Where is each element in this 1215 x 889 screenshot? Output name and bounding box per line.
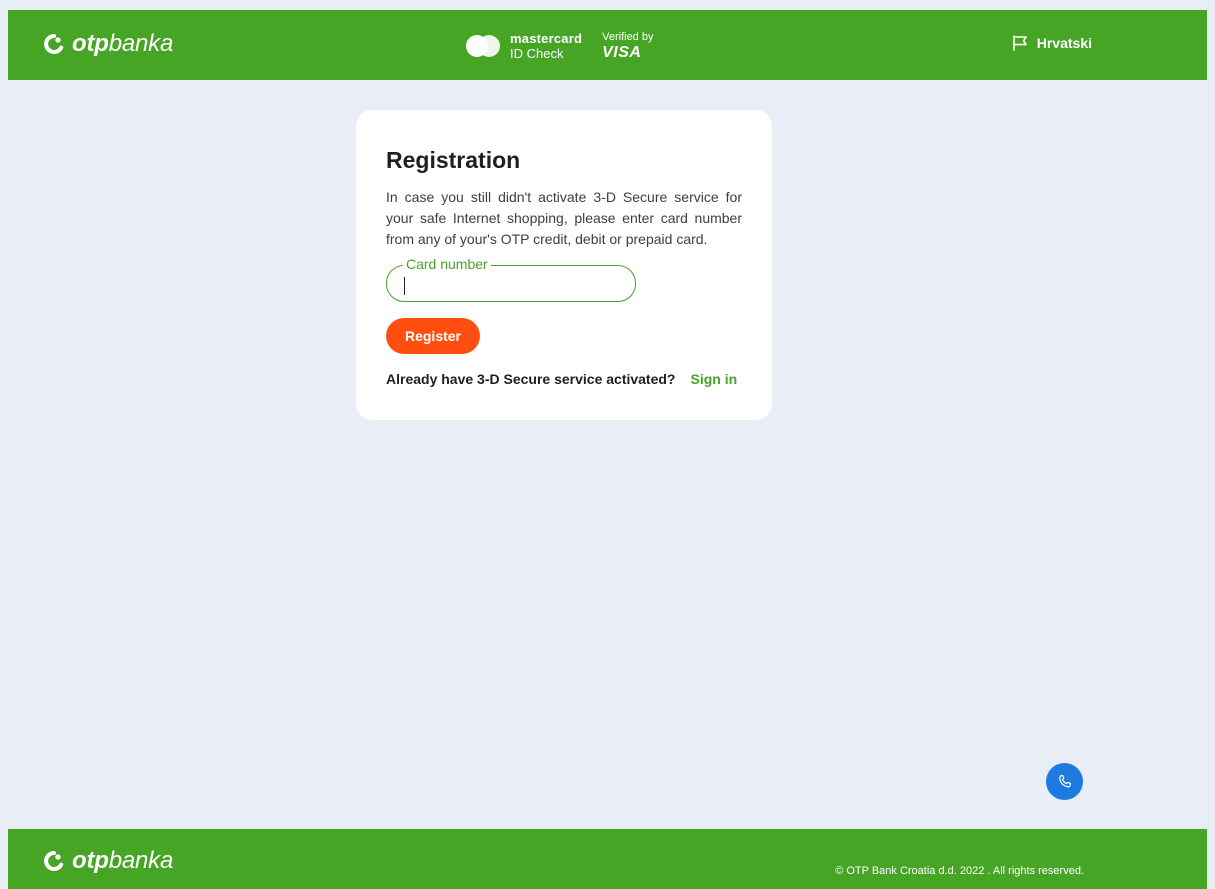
footer-logo-banka-text: banka <box>108 847 174 874</box>
otp-logo-icon <box>44 34 64 54</box>
registration-title: Registration <box>386 147 521 173</box>
mastercard-id-check-logo: mastercard ID Check <box>466 32 582 60</box>
header-bar: otpbanka mastercard ID Check Verified by… <box>8 10 1207 80</box>
sign-in-link[interactable]: Sign in <box>691 371 738 387</box>
footer-logo-otp-text: otp <box>72 847 109 874</box>
visa-text: VISA <box>602 43 642 61</box>
otp-banka-logo: otpbanka <box>42 32 173 56</box>
mastercard-circles-icon <box>466 35 500 57</box>
registration-description: In case you still didn't activate 3-D Se… <box>386 189 742 247</box>
phone-icon <box>1058 774 1071 787</box>
language-switch[interactable]: Hrvatski <box>1011 34 1092 52</box>
call-button[interactable] <box>1046 763 1083 800</box>
footer-logo-text: otpbanka <box>72 849 173 873</box>
footer-bar: otpbanka © OTP Bank Croatia d.d. 2022 . … <box>8 829 1207 889</box>
already-activated-text: Already have 3-D Secure service activate… <box>386 371 676 387</box>
verified-by-text: Verified by <box>602 30 654 43</box>
mastercard-right-circle <box>478 35 500 57</box>
logo-otp-text: otp <box>72 30 109 57</box>
flag-icon <box>1012 35 1027 51</box>
verified-by-visa-logo: Verified by VISA <box>602 30 654 61</box>
footer-otp-logo-icon <box>44 851 64 871</box>
footer-otp-banka-logo: otpbanka <box>42 849 173 873</box>
registration-card: Registration In case you still didn't ac… <box>356 110 772 420</box>
copyright-text: © OTP Bank Croatia d.d. 2022 . All right… <box>835 865 1084 877</box>
card-number-input[interactable] <box>399 272 619 294</box>
already-activated-row: Already have 3-D Secure service activate… <box>386 371 737 387</box>
payment-brands: mastercard ID Check Verified by VISA <box>466 30 653 62</box>
mastercard-id-check-text: ID Check <box>510 46 564 61</box>
language-label: Hrvatski <box>1036 35 1092 51</box>
logo-banka-text: banka <box>108 30 174 57</box>
text-caret <box>404 277 405 295</box>
card-number-field[interactable]: Card number <box>386 256 636 302</box>
register-button[interactable]: Register <box>386 318 480 354</box>
logo-text: otpbanka <box>72 32 173 56</box>
mastercard-text: mastercard ID Check <box>510 32 582 60</box>
card-number-label: Card number <box>403 256 491 272</box>
mastercard-brand-text: mastercard <box>510 31 583 46</box>
